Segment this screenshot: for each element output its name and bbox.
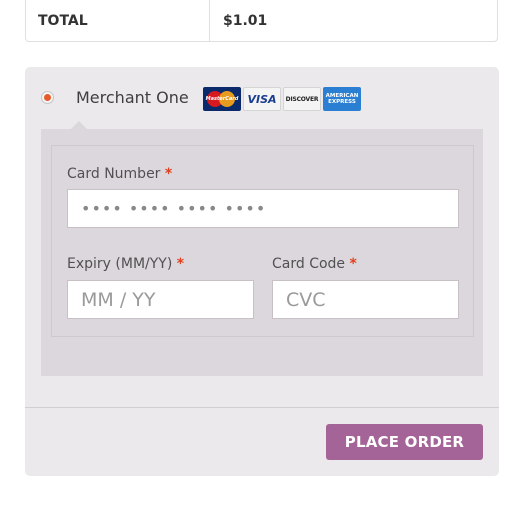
pointer-arrow — [71, 121, 87, 129]
divider — [25, 407, 499, 408]
total-amount: $1.01 — [223, 13, 268, 29]
payment-method-radio[interactable] — [41, 91, 54, 104]
payment-method-label[interactable]: Merchant One — [76, 88, 189, 107]
card-number-input[interactable]: •••• •••• •••• •••• — [67, 189, 459, 228]
card-code-input[interactable]: CVC — [272, 280, 459, 319]
card-fields-box: Card Number * •••• •••• •••• •••• Expiry… — [41, 121, 483, 376]
payment-methods-panel: Merchant One MasterCard VISA DISCOVER AM… — [25, 67, 499, 476]
credit-card-fieldset: Card Number * •••• •••• •••• •••• Expiry… — [51, 145, 474, 337]
order-totals-row: TOTAL $1.01 — [25, 0, 498, 42]
payment-method-merchant-one[interactable]: Merchant One MasterCard VISA DISCOVER AM… — [25, 67, 499, 129]
amex-logo: AMERICAN EXPRESS — [323, 87, 361, 111]
required-mark: * — [176, 256, 185, 272]
visa-logo: VISA — [243, 87, 281, 111]
card-number-label: Card Number * — [67, 166, 173, 182]
mastercard-logo: MasterCard — [203, 87, 241, 111]
card-code-label: Card Code * — [272, 256, 357, 272]
place-order-button[interactable]: PLACE ORDER — [326, 424, 483, 460]
expiry-label: Expiry (MM/YY) * — [67, 256, 185, 272]
required-mark: * — [349, 256, 357, 272]
discover-logo: DISCOVER — [283, 87, 321, 111]
required-mark: * — [164, 166, 173, 182]
total-label: TOTAL — [26, 0, 210, 41]
card-logos: MasterCard VISA DISCOVER AMERICAN EXPRES… — [203, 87, 361, 111]
expiry-input[interactable]: MM / YY — [67, 280, 254, 319]
